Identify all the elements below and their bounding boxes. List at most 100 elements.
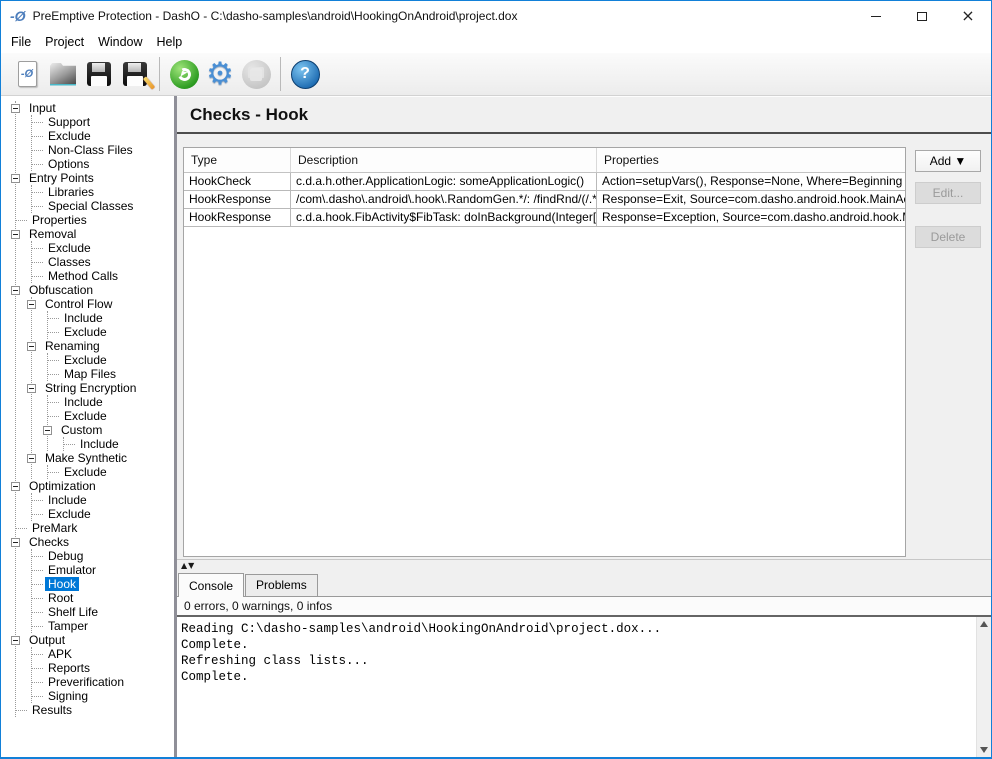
tree-item-method-calls[interactable]: Method Calls <box>32 269 174 283</box>
tree-item-obfuscation[interactable]: Obfuscation <box>16 283 174 297</box>
tree-item-classes[interactable]: Classes <box>32 255 174 269</box>
table-row[interactable]: HookCheckc.d.a.h.other.ApplicationLogic:… <box>184 173 905 191</box>
tree-item-premark[interactable]: PreMark <box>16 521 174 535</box>
tree-item-signing[interactable]: Signing <box>32 689 174 703</box>
tree-item-preverification[interactable]: Preverification <box>32 675 174 689</box>
tree-item-label: Shelf Life <box>45 605 101 619</box>
menu-project[interactable]: Project <box>38 33 91 51</box>
tree-item-control-flow[interactable]: Control Flow <box>32 297 174 311</box>
close-button[interactable]: × <box>945 1 991 31</box>
tree-connector <box>64 444 75 445</box>
scroll-down-icon[interactable] <box>980 747 988 753</box>
new-project-button[interactable]: -Ø <box>9 56 45 92</box>
menu-help[interactable]: Help <box>150 33 190 51</box>
tree-collapse-icon[interactable] <box>11 482 20 491</box>
build-button[interactable]: ⚙ <box>202 56 238 92</box>
minimize-button[interactable] <box>853 1 899 31</box>
tree-item-include[interactable]: Include <box>64 437 174 451</box>
tree-item-reports[interactable]: Reports <box>32 661 174 675</box>
tree-item-include[interactable]: Include <box>48 395 174 409</box>
add-button[interactable]: Add ▼ <box>915 150 981 172</box>
tree-item-special-classes[interactable]: Special Classes <box>32 199 174 213</box>
column-header-properties[interactable]: Properties <box>597 148 905 172</box>
tree-item-custom[interactable]: Custom <box>48 423 174 437</box>
save-as-button[interactable] <box>117 56 153 92</box>
tree-item-apk[interactable]: APK <box>32 647 174 661</box>
open-project-button[interactable] <box>45 56 81 92</box>
checks-work-area: Type Description Properties HookCheckc.d… <box>177 134 991 559</box>
tree-item-non-class-files[interactable]: Non-Class Files <box>32 143 174 157</box>
tree-collapse-icon[interactable] <box>11 104 20 113</box>
tree-item-exclude[interactable]: Exclude <box>48 465 174 479</box>
tree-collapse-icon[interactable] <box>11 174 20 183</box>
save-as-icon <box>123 62 147 86</box>
main-panel: Checks - Hook Type Description Propertie… <box>177 96 991 757</box>
tree-item-root[interactable]: Root <box>32 591 174 605</box>
tree-item-removal[interactable]: Removal <box>16 227 174 241</box>
tree-collapse-icon[interactable] <box>27 454 36 463</box>
save-button[interactable] <box>81 56 117 92</box>
tree-item-renaming[interactable]: Renaming <box>32 339 174 353</box>
console-scrollbar[interactable] <box>976 617 991 757</box>
tree-item-support[interactable]: Support <box>32 115 174 129</box>
tree-item-shelf-life[interactable]: Shelf Life <box>32 605 174 619</box>
stop-button[interactable] <box>238 56 274 92</box>
tree-item-label: Make Synthetic <box>42 451 130 465</box>
tree-item-hook[interactable]: Hook <box>32 577 174 591</box>
tree-item-label: Support <box>45 115 93 129</box>
menu-file[interactable]: File <box>4 33 38 51</box>
tree-collapse-icon[interactable] <box>11 538 20 547</box>
tree-item-output[interactable]: Output <box>16 633 174 647</box>
tree-item-emulator[interactable]: Emulator <box>32 563 174 577</box>
console-output[interactable]: Reading C:\dasho-samples\android\Hooking… <box>177 617 991 757</box>
tree-item-optimization[interactable]: Optimization <box>16 479 174 493</box>
tab-console[interactable]: Console <box>178 573 244 597</box>
tree-collapse-icon[interactable] <box>27 300 36 309</box>
tree-item-string-encryption[interactable]: String Encryption <box>32 381 174 395</box>
tree-item-libraries[interactable]: Libraries <box>32 185 174 199</box>
tree-item-label: Libraries <box>45 185 97 199</box>
tree-item-exclude[interactable]: Exclude <box>48 325 174 339</box>
help-button[interactable]: ? <box>287 56 323 92</box>
tree-item-input[interactable]: Input <box>16 101 174 115</box>
tree-collapse-icon[interactable] <box>27 384 36 393</box>
tree-collapse-icon[interactable] <box>11 286 20 295</box>
column-header-type[interactable]: Type <box>184 148 291 172</box>
refresh-button[interactable] <box>166 56 202 92</box>
tree-collapse-icon[interactable] <box>43 426 52 435</box>
tree-item-label: Include <box>61 311 106 325</box>
tree-item-exclude[interactable]: Exclude <box>48 409 174 423</box>
tree-item-tamper[interactable]: Tamper <box>32 619 174 633</box>
tree-item-debug[interactable]: Debug <box>32 549 174 563</box>
delete-button[interactable]: Delete <box>915 226 981 248</box>
tree-item-exclude[interactable]: Exclude <box>32 507 174 521</box>
tab-problems[interactable]: Problems <box>245 574 318 596</box>
tree-item-include[interactable]: Include <box>48 311 174 325</box>
collapse-down-icon[interactable]: ▼ <box>188 561 195 570</box>
tree-item-map-files[interactable]: Map Files <box>48 367 174 381</box>
table-cell: /com\.dasho\.android\.hook\.RandomGen.*/… <box>291 191 597 208</box>
tree-item-make-synthetic[interactable]: Make Synthetic <box>32 451 174 465</box>
table-cell: Response=Exception, Source=com.dasho.and… <box>597 209 905 226</box>
tree-item-exclude[interactable]: Exclude <box>48 353 174 367</box>
scroll-up-icon[interactable] <box>980 621 988 627</box>
tree-item-results[interactable]: Results <box>16 703 174 717</box>
table-row[interactable]: HookResponse/com\.dasho\.android\.hook\.… <box>184 191 905 209</box>
tree-collapse-icon[interactable] <box>27 342 36 351</box>
tree-item-options[interactable]: Options <box>32 157 174 171</box>
tree-item-properties[interactable]: Properties <box>16 213 174 227</box>
edit-button[interactable]: Edit... <box>915 182 981 204</box>
maximize-button[interactable] <box>899 1 945 31</box>
column-header-description[interactable]: Description <box>291 148 597 172</box>
table-row[interactable]: HookResponsec.d.a.hook.FibActivity$FibTa… <box>184 209 905 227</box>
menu-window[interactable]: Window <box>91 33 149 51</box>
tree-collapse-icon[interactable] <box>11 636 20 645</box>
tree-item-exclude[interactable]: Exclude <box>32 129 174 143</box>
tree-collapse-icon[interactable] <box>11 230 20 239</box>
tree-item-include[interactable]: Include <box>32 493 174 507</box>
tree-item-checks[interactable]: Checks <box>16 535 174 549</box>
tree-item-entry-points[interactable]: Entry Points <box>16 171 174 185</box>
tree-item-exclude[interactable]: Exclude <box>32 241 174 255</box>
title-bar: -Ø PreEmptive Protection - DashO - C:\da… <box>1 1 991 31</box>
tree-item-label: Optimization <box>26 479 99 493</box>
